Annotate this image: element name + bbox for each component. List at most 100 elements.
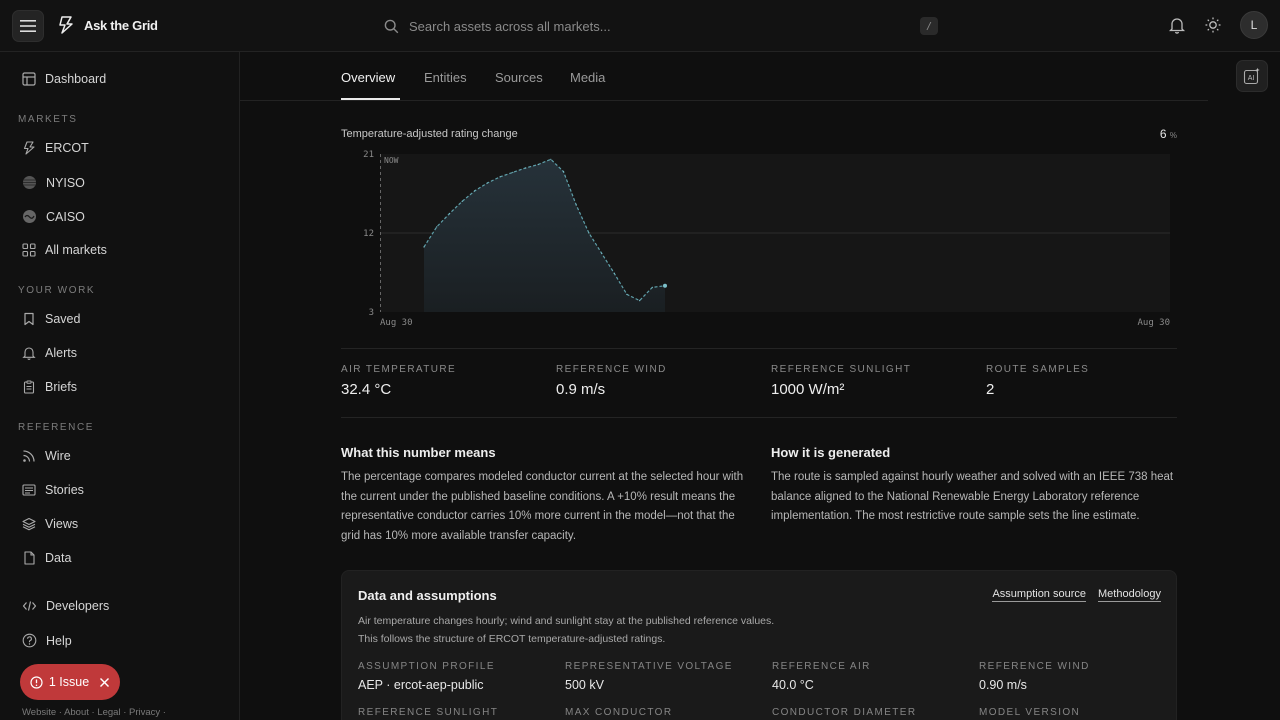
sidebar-item-label: CAISO (46, 209, 85, 224)
active-tab-indicator (341, 98, 400, 100)
bell-icon (22, 347, 36, 360)
data-point (512, 171, 514, 173)
x-tick-label: Aug 30 (380, 318, 413, 328)
sidebar-item-ercot[interactable]: ERCOT (22, 141, 89, 155)
sidebar-item-alerts[interactable]: Alerts (22, 346, 77, 360)
stat-route-samples: ROUTE SAMPLES 2 (986, 364, 1089, 398)
assumptions-desc-line: Air temperature changes hourly; wind and… (358, 615, 775, 627)
kv-label: REFERENCE AIR (772, 661, 871, 672)
tab-media[interactable]: Media (570, 70, 605, 85)
section-markets: MARKETS (18, 114, 78, 125)
sidebar-item-label: Help (46, 633, 72, 648)
grid-icon (22, 243, 36, 257)
ai-label: AI (1248, 75, 1255, 82)
search-input[interactable]: Search assets across all markets... (409, 19, 920, 34)
app-name: Ask the Grid (84, 17, 158, 33)
sidebar-item-briefs[interactable]: Briefs (22, 380, 77, 394)
stat-label: ROUTE SAMPLES (986, 364, 1090, 375)
top-actions: L (1168, 11, 1268, 39)
footer-links[interactable]: Website · About · Legal · Privacy · (22, 707, 166, 718)
globe-icon (23, 176, 36, 189)
rss-icon (23, 450, 35, 462)
issue-indicator-button[interactable]: 1 Issue (20, 664, 120, 700)
assumptions-links: Assumption source Methodology (992, 588, 1161, 602)
data-point (562, 171, 565, 173)
stat-label: REFERENCE SUNLIGHT (771, 364, 912, 375)
sidebar-item-dashboard[interactable]: Dashboard (22, 72, 106, 86)
data-point (663, 283, 667, 288)
chart-title: Temperature-adjusted rating change (341, 128, 518, 140)
clipboard-icon (23, 380, 35, 394)
sidebar-item-label: Alerts (45, 346, 77, 360)
stat-label: REFERENCE WIND (556, 364, 667, 375)
stat-value: 2 (986, 381, 995, 398)
search-bar[interactable]: Search assets across all markets... / (384, 12, 938, 40)
sidebar-item-label: Briefs (45, 380, 77, 394)
kv-reference-air: REFERENCE AIR 40.0 °C (772, 661, 871, 692)
bookmark-icon (24, 312, 34, 326)
y-tick-label: 21 (363, 150, 374, 160)
sidebar-item-label: NYISO (46, 175, 85, 190)
sidebar-item-saved[interactable]: Saved (22, 312, 80, 326)
rating-change-chart[interactable]: 21 12 3 NOW Aug 30 Aug 30 (340, 144, 1180, 334)
tab-sources[interactable]: Sources (495, 70, 543, 85)
tab-entities[interactable]: Entities (424, 70, 467, 85)
sidebar-item-stories[interactable]: Stories (22, 483, 84, 497)
assumption-source-link[interactable]: Assumption source (992, 588, 1086, 602)
sidebar-item-wire[interactable]: Wire (22, 449, 71, 463)
user-avatar[interactable]: L (1240, 11, 1268, 39)
bell-icon[interactable] (1168, 16, 1186, 34)
sidebar-item-help[interactable]: Help (22, 633, 72, 648)
bolt-icon (23, 141, 35, 155)
kv-label: REPRESENTATIVE VOLTAGE (565, 661, 733, 672)
stat-value: 32.4 °C (341, 381, 392, 398)
kv-model-version: MODEL VERSION (979, 707, 1080, 718)
data-point (613, 272, 615, 274)
kv-assumption-profile: ASSUMPTION PROFILE AEP · ercot-aep-publi… (358, 661, 495, 692)
divider (341, 417, 1177, 418)
kv-label: ASSUMPTION PROFILE (358, 661, 495, 672)
now-label: NOW (384, 156, 399, 165)
data-point (550, 158, 552, 160)
sidebar-item-label: All markets (45, 243, 107, 257)
ai-sparkle-icon: AI (1243, 67, 1260, 85)
kv-label: REFERENCE WIND (979, 661, 1090, 672)
data-point (588, 232, 590, 234)
sidebar-item-data[interactable]: Data (22, 551, 71, 565)
sidebar-item-all-markets[interactable]: All markets (22, 243, 107, 257)
search-shortcut-key: / (920, 17, 938, 35)
dashboard-icon (22, 72, 36, 86)
data-point (639, 300, 641, 302)
stat-reference-sunlight: REFERENCE SUNLIGHT 1000 W/m² (771, 364, 911, 398)
chart-current-value: 6 % (1160, 127, 1177, 141)
sidebar-item-label: Stories (45, 483, 84, 497)
issue-label: 1 Issue (48, 675, 90, 689)
data-point (575, 204, 577, 206)
sidebar-item-nyiso[interactable]: NYISO (22, 175, 85, 190)
close-icon[interactable] (99, 677, 110, 688)
ai-assistant-button[interactable]: AI (1236, 60, 1268, 92)
kv-reference-wind: REFERENCE WIND 0.90 m/s (979, 661, 1090, 692)
document-icon (24, 551, 35, 565)
kv-value: 0.90 m/s (979, 678, 1027, 692)
sidebar-item-caiso[interactable]: CAISO (22, 209, 85, 224)
data-point (474, 190, 476, 192)
tab-overview[interactable]: Overview (341, 70, 395, 85)
data-point (601, 252, 603, 254)
sidebar-item-developers[interactable]: Developers (22, 599, 109, 613)
stat-air-temperature: AIR TEMPERATURE 32.4 °C (341, 364, 456, 398)
menu-button[interactable] (12, 10, 44, 42)
kv-label: MODEL VERSION (979, 707, 1081, 718)
theme-toggle-sun-icon[interactable] (1204, 16, 1222, 34)
x-tick-label: Aug 30 (1137, 318, 1170, 328)
section-your-work: YOUR WORK (18, 285, 96, 296)
sidebar-item-views[interactable]: Views (22, 517, 78, 531)
kv-value: AEP · ercot-aep-public (358, 678, 484, 692)
layers-icon (22, 517, 36, 531)
logo-icon (59, 16, 73, 34)
stat-value: 1000 W/m² (771, 381, 845, 398)
app-logo[interactable]: Ask the Grid (56, 15, 158, 35)
stat-label: AIR TEMPERATURE (341, 364, 457, 375)
methodology-link[interactable]: Methodology (1098, 588, 1161, 602)
sidebar-item-label: Views (45, 517, 79, 531)
